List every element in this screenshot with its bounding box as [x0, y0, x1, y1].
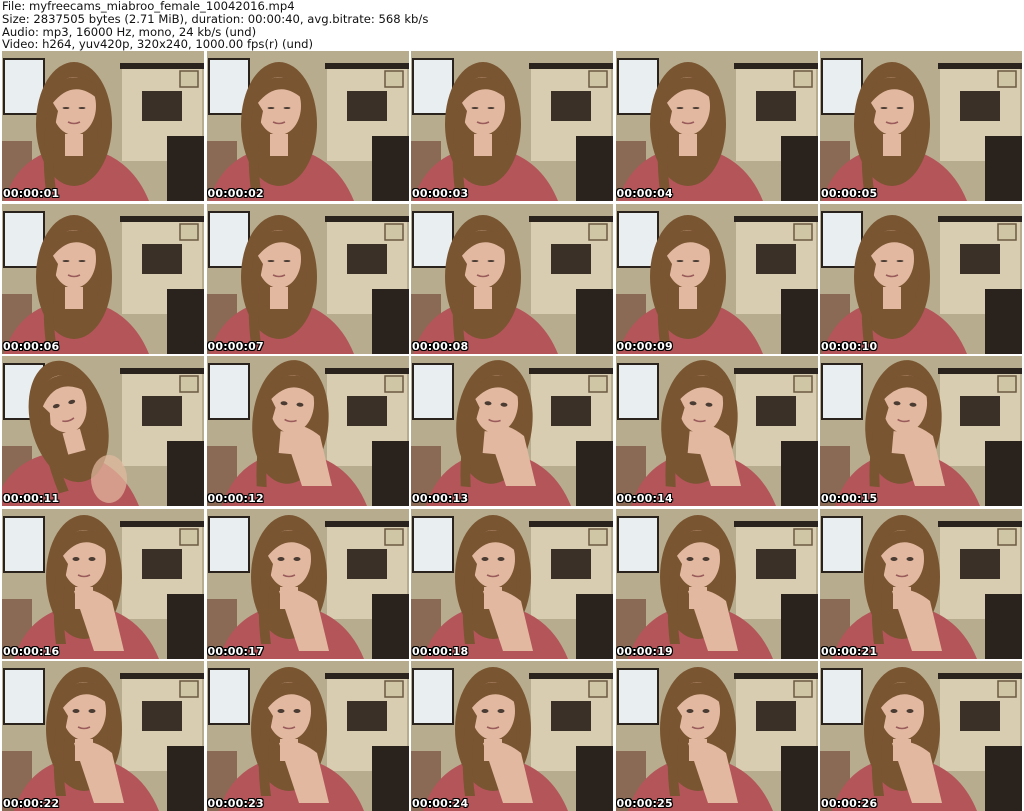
video-thumbnail: 00:00:21 [820, 508, 1022, 659]
video-thumbnail: 00:00:25 [615, 661, 818, 811]
thumbnail-frame-image [206, 51, 409, 201]
video-thumbnail: 00:00:18 [411, 508, 613, 659]
timestamp-label: 00:00:10 [821, 339, 878, 353]
thumbnail-frame-image [2, 51, 204, 201]
timestamp-label: 00:00:04 [616, 187, 673, 200]
video-thumbnail: 00:00:02 [206, 51, 409, 201]
thumbnail-frame-image [2, 661, 204, 811]
thumbnail-frame-image [2, 508, 204, 659]
thumbnail-frame-image [2, 356, 204, 506]
thumbnail-frame-image [206, 356, 409, 506]
thumbnail-frame-image [206, 661, 409, 811]
video-info-line: Video: h264, yuv420p, 320x240, 1000.00 f… [2, 37, 314, 52]
video-thumbnail: 00:00:04 [615, 51, 818, 201]
video-thumbnail: 00:00:06 [2, 203, 204, 354]
thumbnail-frame-image [820, 203, 1022, 354]
video-thumbnail: 00:00:05 [820, 51, 1022, 201]
timestamp-label: 00:00:08 [412, 339, 469, 353]
timestamp-label: 00:00:17 [207, 644, 264, 658]
thumbnail-grid: 00:00:01 00:00:02 00:00:03 00:00:04 00:00:05… [2, 51, 1022, 811]
thumbnail-frame-image [615, 203, 818, 354]
video-thumbnail: 00:00:19 [615, 508, 818, 659]
video-thumbnail: 00:00:15 [820, 356, 1022, 506]
video-thumbnail: 00:00:22 [2, 661, 204, 811]
thumbnail-frame-image [206, 203, 409, 354]
video-thumbnail: 00:00:23 [206, 661, 409, 811]
timestamp-label: 00:00:14 [616, 492, 673, 505]
timestamp-label: 00:00:18 [412, 644, 469, 658]
thumbnail-frame-image [615, 356, 818, 506]
timestamp-label: 00:00:01 [3, 187, 60, 200]
video-thumbnail: 00:00:13 [411, 356, 613, 506]
video-thumbnail: 00:00:03 [411, 51, 613, 201]
video-thumbnail: 00:00:11 [2, 356, 204, 506]
thumbnail-frame-image [411, 356, 613, 506]
video-thumbnail: 00:00:08 [411, 203, 613, 354]
video-thumbnail: 00:00:09 [615, 203, 818, 354]
video-thumbnail: 00:00:16 [2, 508, 204, 659]
thumbnail-frame-image [206, 508, 409, 659]
file-info-header: File: myfreecams_miabroo_female_10042016… [2, 0, 1022, 52]
file-size-line: Size: 2837505 bytes (2.71 MiB), duration… [2, 11, 429, 26]
timestamp-label: 00:00:07 [207, 339, 264, 353]
timestamp-label: 00:00:26 [821, 797, 878, 810]
video-thumbnail: 00:00:10 [820, 203, 1022, 354]
timestamp-label: 00:00:12 [207, 492, 264, 505]
timestamp-label: 00:00:06 [3, 339, 60, 353]
thumbnail-frame-image [615, 51, 818, 201]
timestamp-label: 00:00:21 [821, 644, 878, 658]
timestamp-label: 00:00:15 [821, 492, 878, 505]
thumbnail-frame-image [820, 508, 1022, 659]
timestamp-label: 00:00:24 [412, 797, 469, 810]
thumbnail-frame-image [615, 661, 818, 811]
thumbnail-frame-image [411, 661, 613, 811]
timestamp-label: 00:00:16 [3, 644, 60, 658]
video-thumbnail: 00:00:24 [411, 661, 613, 811]
thumbnail-frame-image [615, 508, 818, 659]
thumbnail-frame-image [411, 508, 613, 659]
file-name-line: File: myfreecams_miabroo_female_10042016… [2, 0, 295, 13]
timestamp-label: 00:00:23 [207, 797, 264, 810]
video-thumbnail: 00:00:07 [206, 203, 409, 354]
thumbnail-frame-image [820, 356, 1022, 506]
thumbnail-frame-image [820, 661, 1022, 811]
video-thumbnail: 00:00:14 [615, 356, 818, 506]
timestamp-label: 00:00:22 [3, 797, 60, 810]
timestamp-label: 00:00:11 [3, 492, 60, 505]
timestamp-label: 00:00:25 [616, 797, 673, 810]
timestamp-label: 00:00:13 [412, 492, 469, 505]
timestamp-label: 00:00:19 [616, 644, 673, 658]
thumbnail-frame-image [2, 203, 204, 354]
timestamp-label: 00:00:09 [616, 339, 673, 353]
thumbnail-frame-image [411, 51, 613, 201]
timestamp-label: 00:00:02 [207, 187, 264, 200]
timestamp-label: 00:00:05 [821, 187, 878, 200]
thumbnail-frame-image [411, 203, 613, 354]
video-thumbnail: 00:00:12 [206, 356, 409, 506]
timestamp-label: 00:00:03 [412, 187, 469, 200]
thumbnail-frame-image [820, 51, 1022, 201]
video-thumbnail: 00:00:01 [2, 51, 204, 201]
video-thumbnail: 00:00:17 [206, 508, 409, 659]
video-thumbnail: 00:00:26 [820, 661, 1022, 811]
